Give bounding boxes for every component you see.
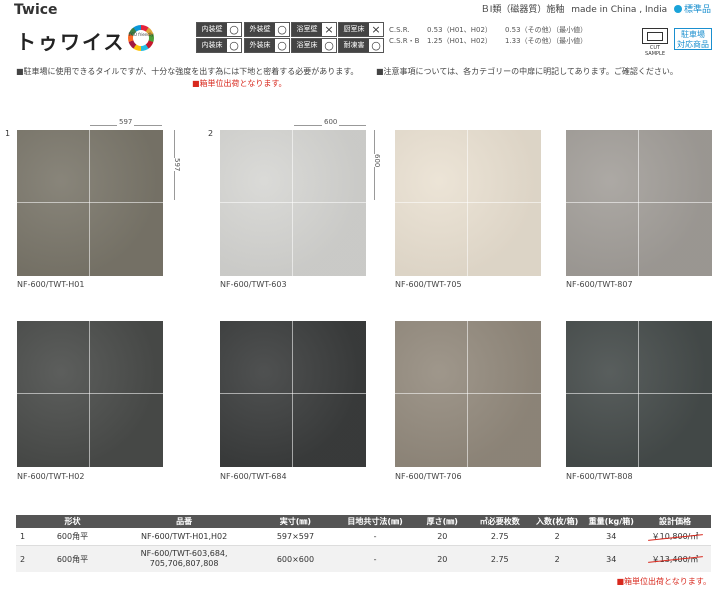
column-header: ㎡必要枚数	[468, 515, 531, 528]
column-header: 目地共寸法(㎜)	[334, 515, 416, 528]
tile1-width-dim: 597	[117, 118, 135, 126]
tile2-width-dim: 600	[322, 118, 340, 126]
usage-bath-floor: 浴室床 ○	[291, 38, 337, 53]
classification: ＢⅠ類（磁器質）施釉	[480, 5, 565, 15]
joint-size-cell: -	[334, 545, 416, 572]
price-cell: ￥10,800/㎡	[639, 528, 711, 546]
tile-swatch-808	[566, 321, 712, 467]
series-name-en: Twice	[14, 2, 58, 18]
tile-swatch-684	[220, 321, 366, 467]
box-shipment-note-bottom: ■箱単位出荷となります。	[616, 577, 711, 586]
tile-code: NF-600/TWT-808	[566, 472, 633, 481]
parking-badge: 駐車場 対応商品	[674, 28, 712, 50]
tile1-height-dim: 597	[167, 158, 181, 172]
eco-friendly-icon: ECO friendly	[128, 25, 154, 51]
shape-cell: 600角平	[33, 545, 112, 572]
tile-swatch-706	[395, 321, 541, 467]
eco-badge-label: ECO friendly	[128, 32, 154, 37]
column-header: 入数(枚/箱)	[530, 515, 584, 528]
tile-swatch-603	[220, 130, 366, 276]
tile-code: NF-600/TWT-H01	[17, 280, 85, 289]
parking-note: ■駐車場に使用できるタイルですが、十分な強度を出す為には下地と密着する必要があり…	[16, 67, 359, 76]
product-code-line-1: NF-600/TWT-603,684,	[140, 549, 228, 558]
usage-bath-wall: 浴室壁 ×	[291, 22, 337, 37]
size-cell: 600×600	[256, 545, 335, 572]
pieces-per-m2-cell: 2.75	[468, 528, 531, 546]
caution-note: ■注意事項については、各カテゴリーの中扉に明記してあります。ご確認ください。	[376, 67, 678, 76]
pieces-per-m2-cell: 2.75	[468, 545, 531, 572]
row-number: 1	[16, 528, 34, 546]
usage-frost-resistant: 耐凍害 ○	[338, 38, 384, 53]
table-row: 2 600角平 NF-600/TWT-603,684, 705,706,807,…	[16, 545, 711, 572]
column-header: 重量(kg/箱)	[583, 515, 640, 528]
column-header: 厚さ(㎜)	[415, 515, 469, 528]
product-code-cell: NF-600/TWT-603,684, 705,706,807,808	[111, 545, 257, 572]
shape-cell: 600角平	[33, 528, 112, 546]
header-info: ＢⅠ類（磁器質）施釉 made in China , India 標準品	[477, 2, 711, 15]
price-cell: ￥13,400/㎡	[639, 545, 711, 572]
tile-swatch-h01	[17, 130, 163, 276]
product-code-cell: NF-600/TWT-H01,H02	[111, 528, 257, 546]
cut-sample-icon	[642, 28, 668, 44]
origin: made in China , India	[571, 5, 668, 15]
tile-code: NF-600/TWT-706	[395, 472, 462, 481]
design-price: ￥13,400/㎡	[651, 554, 699, 564]
standard-label: 標準品	[683, 5, 711, 15]
series-name-jp: トゥワイス	[16, 30, 126, 54]
tile2-height-dim: 600	[367, 154, 381, 168]
pieces-per-box-cell: 2	[530, 528, 584, 546]
weight-cell: 34	[583, 545, 640, 572]
tile-swatch-807	[566, 130, 712, 276]
tile-code: NF-600/TWT-807	[566, 280, 633, 289]
csr-row-2: C.S.R・B 1.25（H01、H02） 1.33（その他）（最小値）	[389, 37, 588, 45]
size-cell: 597×597	[256, 528, 335, 546]
usage-exterior-floor: 外装床 ○	[244, 38, 290, 53]
tile-index-1: 1	[5, 129, 11, 138]
box-shipment-note: ■箱単位出荷となります。	[192, 79, 287, 88]
column-header: 設計価格	[639, 515, 711, 528]
joint-size-cell: -	[334, 528, 416, 546]
tile-swatch-705	[395, 130, 541, 276]
table-row: 1 600角平 NF-600/TWT-H01,H02 597×597 - 20 …	[16, 528, 711, 546]
tile-code: NF-600/TWT-603	[220, 280, 287, 289]
weight-cell: 34	[583, 528, 640, 546]
pieces-per-box-cell: 2	[530, 545, 584, 572]
column-header: 実寸(㎜)	[256, 515, 335, 528]
row-number: 2	[16, 545, 34, 572]
column-header: 品番	[111, 515, 257, 528]
tile-index-2: 2	[208, 129, 214, 138]
design-price: ￥10,800/㎡	[651, 532, 699, 541]
thickness-cell: 20	[415, 545, 469, 572]
column-header: 形状	[33, 515, 112, 528]
column-header	[16, 515, 34, 528]
tile-code: NF-600/TWT-H02	[17, 472, 85, 481]
usage-kitchen-floor: 厨室床 ×	[338, 22, 384, 37]
usage-interior-floor: 内装床 ○	[196, 38, 242, 53]
usage-interior-wall: 内装壁 ○	[196, 22, 242, 37]
standard-dot-icon	[673, 5, 682, 13]
product-code-line-2: 705,706,807,808	[149, 559, 219, 568]
csr-row-1: C.S.R. 0.53（H01、H02） 0.53（その他）（最小値）	[389, 26, 588, 34]
table-header-row: 形状 品番 実寸(㎜) 目地共寸法(㎜) 厚さ(㎜) ㎡必要枚数 入数(枚/箱)…	[16, 515, 711, 528]
tile-code: NF-600/TWT-684	[220, 472, 287, 481]
tile-code: NF-600/TWT-705	[395, 280, 462, 289]
thickness-cell: 20	[415, 528, 469, 546]
tile-swatch-h02	[17, 321, 163, 467]
usage-exterior-wall: 外装壁 ○	[244, 22, 290, 37]
cut-sample-badge: CUT SAMPLE	[641, 28, 669, 57]
spec-table: 形状 品番 実寸(㎜) 目地共寸法(㎜) 厚さ(㎜) ㎡必要枚数 入数(枚/箱)…	[16, 515, 711, 572]
